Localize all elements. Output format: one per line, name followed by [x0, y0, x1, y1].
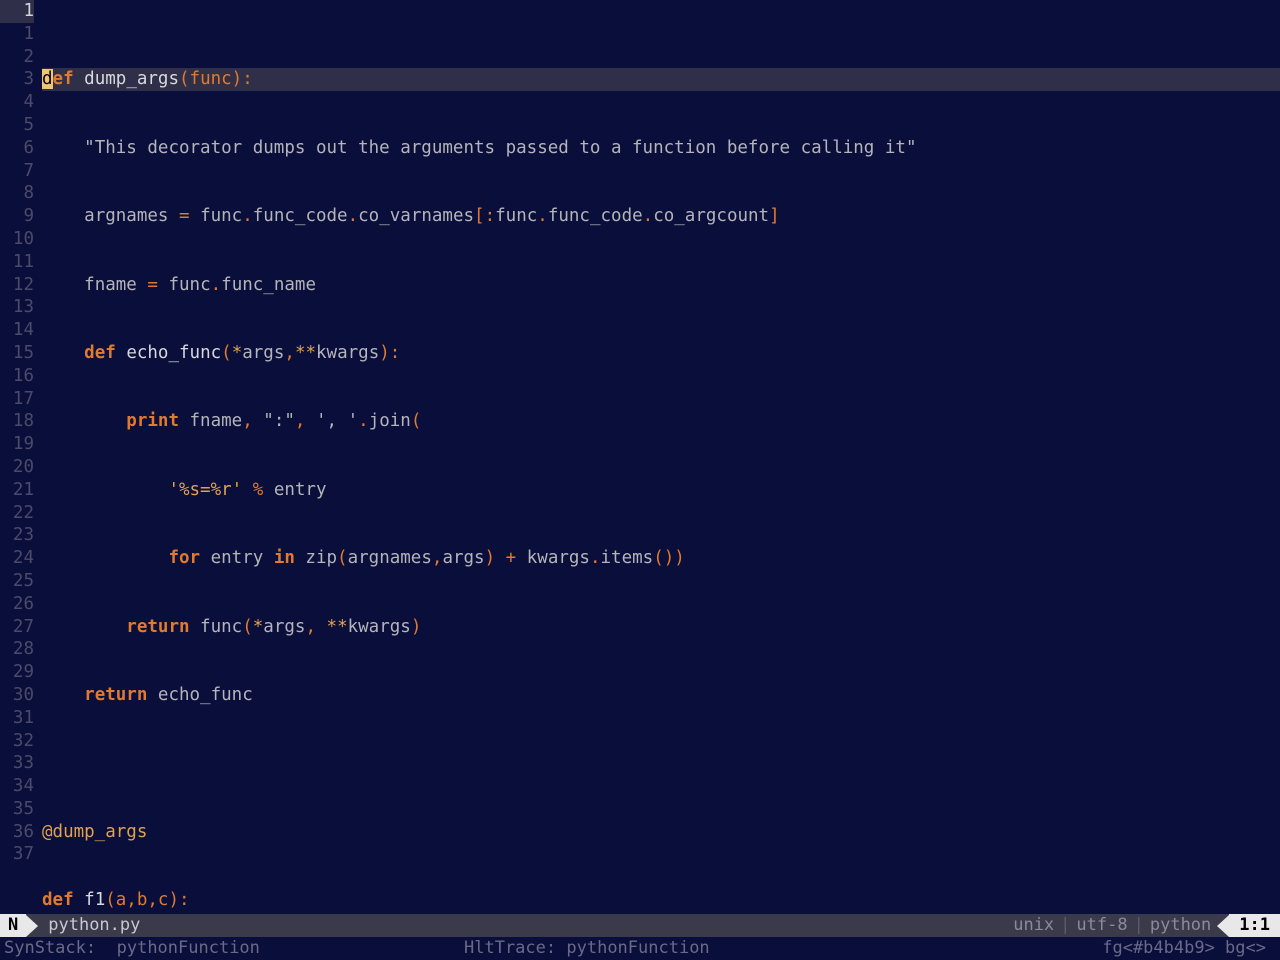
code-line: for entry in zip(argnames,args) + kwargs… [42, 547, 1280, 570]
code-line [42, 752, 1280, 775]
code-line: @dump_args [42, 821, 1280, 844]
separator-arrow-icon [26, 915, 38, 937]
code-line: return func(*args, **kwargs) [42, 616, 1280, 639]
separator-pipe-icon: | [1060, 914, 1070, 937]
separator-arrow-icon [1217, 915, 1229, 937]
fgbg-readout: fg<#b4b4b9> bg<> [1016, 937, 1276, 960]
status-line: N python.py unix | utf-8 | python 1:1 [0, 914, 1280, 937]
line-number-gutter: 1 1 2 3 4 5 6 7 8 9 10 11 12 13 14 15 16… [0, 0, 42, 914]
cursor-position: 1:1 [1229, 914, 1280, 937]
filetype-label: python [1144, 914, 1217, 937]
synstack-readout: SynStack: pythonFunction [4, 937, 464, 960]
code-line: def echo_func(*args,**kwargs): [42, 342, 1280, 365]
code-line: def dump_args(func): [42, 68, 1280, 91]
code-line: argnames = func.func_code.co_varnames[:f… [42, 205, 1280, 228]
code-line: print fname, ":", ', '.join( [42, 410, 1280, 433]
editor-viewport[interactable]: 1 1 2 3 4 5 6 7 8 9 10 11 12 13 14 15 16… [0, 0, 1280, 914]
cursor: d [42, 69, 53, 89]
filename-label: python.py [38, 914, 150, 937]
code-area[interactable]: def dump_args(func): "This decorator dum… [42, 0, 1280, 914]
mode-indicator: N [0, 914, 26, 937]
code-line: "This decorator dumps out the arguments … [42, 137, 1280, 160]
code-line: '%s=%r' % entry [42, 479, 1280, 502]
encoding-os: unix [1007, 914, 1060, 937]
separator-pipe-icon: | [1134, 914, 1144, 937]
hlttrace-readout: HltTrace: pythonFunction [464, 937, 1016, 960]
line-number-current: 1 [0, 0, 34, 23]
encoding-charset: utf-8 [1070, 914, 1133, 937]
code-line: fname = func.func_name [42, 274, 1280, 297]
code-line: def f1(a,b,c): [42, 889, 1280, 912]
status-right: unix | utf-8 | python 1:1 [1007, 914, 1280, 937]
code-line: return echo_func [42, 684, 1280, 707]
command-line[interactable]: SynStack: pythonFunction HltTrace: pytho… [0, 937, 1280, 960]
